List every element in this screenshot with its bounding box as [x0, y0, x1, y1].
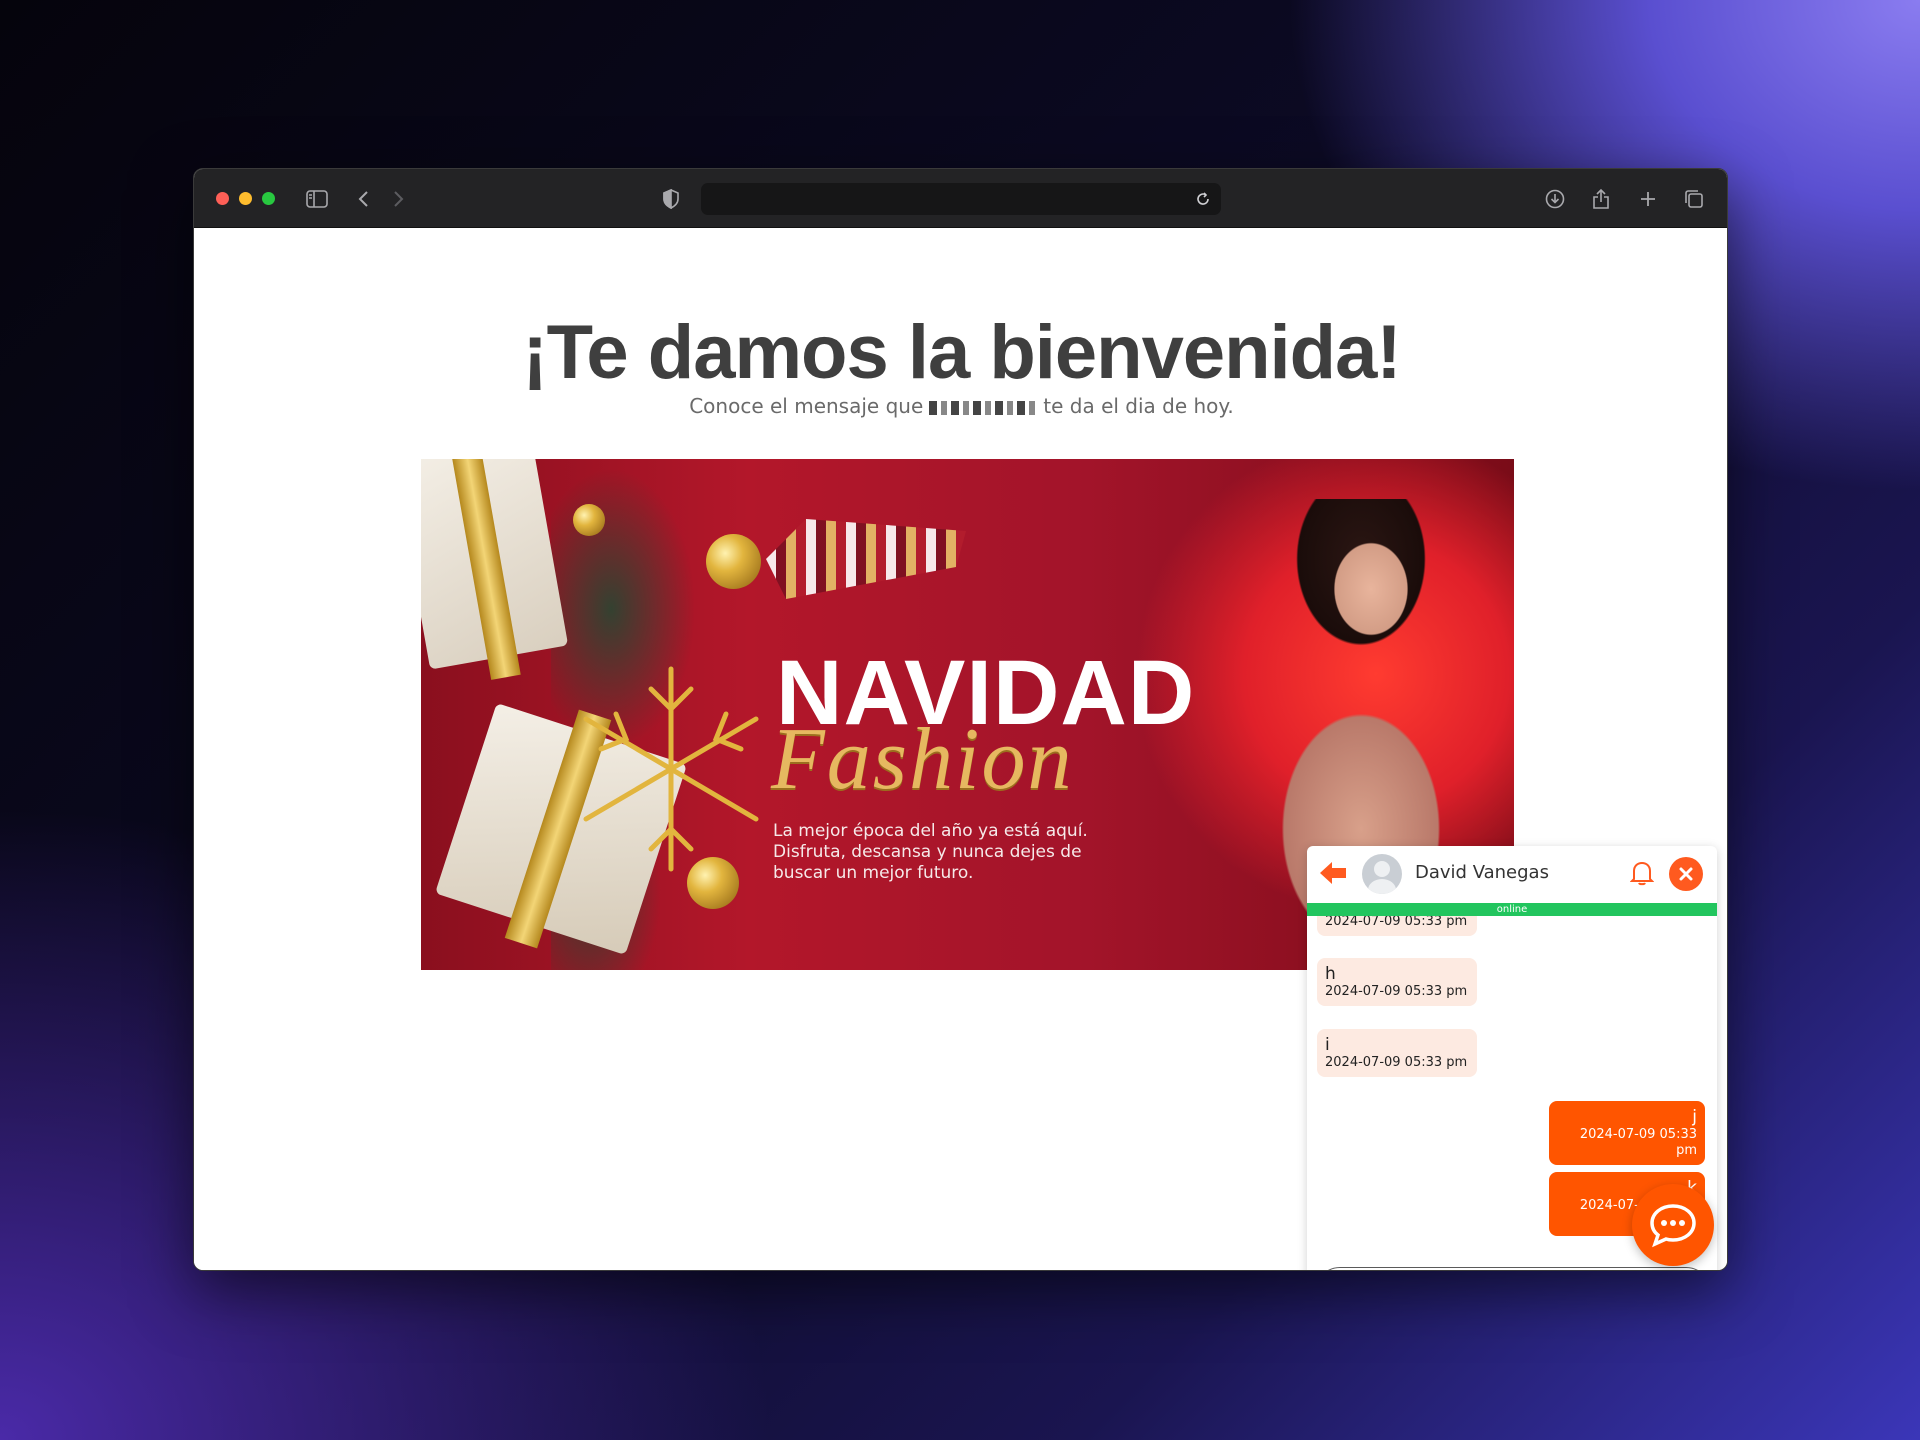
download-icon[interactable]: [1542, 186, 1568, 212]
brand-logo: [766, 519, 966, 599]
bauble-image: [573, 504, 605, 536]
page-title: ¡Te damos la bienvenida!: [522, 310, 1401, 395]
message-composer: [1315, 1267, 1711, 1270]
zoom-window-button[interactable]: [262, 192, 275, 205]
contact-name: David Vanegas: [1415, 862, 1549, 883]
message-timestamp: 2024-07-09 05:33 pm: [1325, 984, 1468, 999]
banner-body-text: La mejor época del año ya está aquí. Dis…: [773, 821, 1133, 884]
subtitle-suffix: te da el dia de hoy.: [1043, 394, 1234, 418]
message-text: j: [1692, 1107, 1697, 1127]
bell-icon[interactable]: [1627, 858, 1657, 888]
shield-icon[interactable]: [658, 186, 684, 212]
address-bar[interactable]: [701, 183, 1221, 215]
message-incoming: i 2024-07-09 05:33 pm: [1317, 1029, 1477, 1077]
banner-subtitle: Fashion: [771, 711, 1074, 808]
online-status-bar: online: [1307, 903, 1717, 916]
page-subtitle: Conoce el mensaje que te da el dia de hoy…: [194, 394, 1727, 418]
arrow-left-icon[interactable]: [1317, 858, 1349, 888]
message-timestamp: 2024-07-09 05:33 pm: [1325, 1055, 1468, 1070]
close-window-button[interactable]: [216, 192, 229, 205]
message-incoming: g 2024-07-09 05:33 pm: [1317, 916, 1477, 936]
message-timestamp: 2024-07-09 05:33 pm: [1325, 916, 1468, 929]
back-nav-icon[interactable]: [350, 186, 376, 212]
chat-header: David Vanegas: [1307, 846, 1717, 901]
banner-body-line: Disfruta, descansa y nunca dejes de: [773, 842, 1082, 862]
share-icon[interactable]: [1588, 186, 1614, 212]
subtitle-prefix: Conoce el mensaje que: [689, 394, 924, 418]
bauble-image: [706, 534, 761, 589]
avatar: [1362, 854, 1402, 894]
new-tab-icon[interactable]: [1635, 186, 1661, 212]
close-icon[interactable]: [1669, 857, 1703, 891]
banner-body-line: buscar un mejor futuro.: [773, 863, 974, 883]
redacted-name: [929, 400, 1038, 415]
message-outgoing: j 2024-07-09 05:33 pm: [1549, 1101, 1705, 1165]
message-timestamp: 2024-07-09 05:33 pm: [1579, 1127, 1697, 1158]
page-content: ¡Te damos la bienvenida! Conoce el mensa…: [194, 229, 1727, 1270]
message-text: h: [1325, 964, 1336, 984]
minimize-window-button[interactable]: [239, 192, 252, 205]
forward-nav-icon[interactable]: [386, 186, 412, 212]
snowflake-image: [583, 666, 759, 872]
sidebar-toggle-icon[interactable]: [304, 186, 330, 212]
browser-toolbar: [194, 169, 1727, 228]
reload-icon[interactable]: [1193, 189, 1213, 209]
tab-overview-icon[interactable]: [1681, 186, 1707, 212]
message-incoming: h 2024-07-09 05:33 pm: [1317, 958, 1477, 1006]
chat-bubble-icon[interactable]: [1632, 1184, 1714, 1266]
message-text: i: [1325, 1035, 1330, 1055]
browser-window: ¡Te damos la bienvenida! Conoce el mensa…: [193, 168, 1728, 1271]
banner-body-line: La mejor época del año ya está aquí.: [773, 821, 1088, 841]
